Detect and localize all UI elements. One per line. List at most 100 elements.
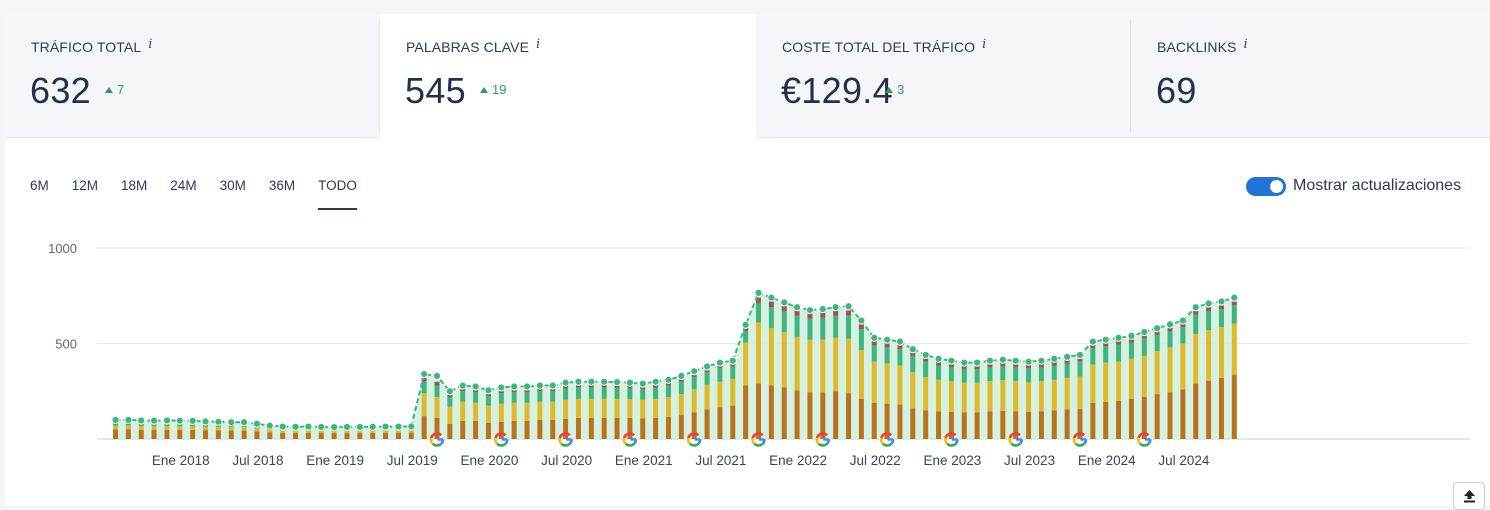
total-point bbox=[998, 355, 1007, 364]
bar-segment bbox=[447, 396, 453, 407]
bar-segment bbox=[781, 332, 787, 388]
bar-segment bbox=[794, 315, 800, 337]
bar-segment bbox=[1154, 351, 1160, 395]
bar-segment bbox=[936, 365, 942, 380]
total-point bbox=[214, 417, 223, 426]
bar-segment bbox=[768, 307, 774, 329]
bar-segment bbox=[910, 355, 916, 373]
bar-segment bbox=[125, 425, 131, 430]
total-point bbox=[883, 335, 892, 344]
bar-segment bbox=[1167, 331, 1173, 348]
bar-segment bbox=[215, 430, 221, 439]
tab-30m[interactable]: 30M bbox=[220, 178, 246, 193]
info-icon[interactable]: i bbox=[536, 37, 540, 52]
bar-segment bbox=[923, 376, 929, 411]
bar-segment bbox=[511, 420, 517, 439]
bar-segment bbox=[820, 392, 826, 439]
bar-segment bbox=[768, 328, 774, 386]
total-point bbox=[908, 345, 917, 354]
tab-36m[interactable]: 36M bbox=[269, 178, 295, 193]
bar-segment bbox=[1026, 382, 1032, 412]
bar-segment bbox=[1154, 334, 1160, 352]
bar-segment bbox=[113, 425, 118, 430]
bar-segment bbox=[1218, 377, 1224, 439]
tab-6m[interactable]: 6M bbox=[30, 178, 49, 193]
bar-segment bbox=[1064, 377, 1070, 410]
bar-segment bbox=[614, 398, 620, 418]
total-point bbox=[432, 371, 442, 381]
total-point bbox=[857, 316, 866, 325]
total-point bbox=[240, 418, 249, 427]
bar-segment bbox=[936, 411, 942, 439]
bar-segment bbox=[858, 329, 864, 351]
metric-delta: 3 bbox=[885, 82, 904, 97]
x-tick-label: Ene 2018 bbox=[152, 453, 210, 468]
up-arrow-icon bbox=[105, 87, 113, 93]
updates-toggle[interactable] bbox=[1246, 177, 1286, 196]
bar-segment bbox=[383, 432, 389, 439]
metric-label: TRÁFICO TOTAL i bbox=[31, 37, 153, 55]
metric-keywords[interactable]: PALABRAS CLAVE i 545 19 bbox=[380, 14, 756, 138]
bar-segment bbox=[756, 383, 761, 439]
bar-segment bbox=[588, 387, 594, 399]
bar-segment bbox=[756, 303, 761, 323]
bar-segment bbox=[1116, 361, 1122, 401]
metric-total-traffic[interactable]: TRÁFICO TOTAL i 632 7 bbox=[5, 14, 380, 138]
info-icon[interactable]: i bbox=[982, 37, 986, 52]
bar-segment bbox=[138, 426, 144, 430]
x-tick-label: Jul 2023 bbox=[1004, 453, 1055, 468]
bar-segment bbox=[1116, 344, 1122, 362]
bar-segment bbox=[460, 391, 466, 402]
bar-segment bbox=[768, 385, 774, 439]
tab-12m[interactable]: 12M bbox=[72, 178, 98, 193]
metric-traffic-cost[interactable]: COSTE TOTAL DEL TRÁFICO i €129.4 3 bbox=[756, 14, 1131, 138]
bar-segment bbox=[653, 417, 659, 439]
bar-segment bbox=[164, 426, 170, 430]
bar-segment bbox=[550, 401, 556, 420]
info-icon[interactable]: i bbox=[1244, 37, 1248, 52]
bar-segment bbox=[408, 430, 414, 433]
x-tick-label: Jul 2024 bbox=[1158, 453, 1210, 468]
bar-segment bbox=[447, 406, 453, 424]
total-point bbox=[870, 333, 879, 342]
bar-segment bbox=[1206, 330, 1212, 381]
bar-segment bbox=[228, 430, 234, 439]
bar-segment bbox=[203, 426, 209, 431]
tab-all[interactable]: TODO bbox=[318, 178, 357, 210]
bar-segment bbox=[421, 393, 427, 417]
bar-segment bbox=[1038, 411, 1044, 439]
tab-24m[interactable]: 24M bbox=[170, 178, 196, 193]
bar-segment bbox=[691, 389, 697, 413]
bar-segment bbox=[357, 433, 363, 439]
bar-segment bbox=[794, 336, 800, 391]
info-icon[interactable]: i bbox=[148, 37, 152, 52]
bar-segment bbox=[1000, 366, 1006, 381]
bar-segment bbox=[961, 412, 967, 439]
bar-segment bbox=[717, 407, 723, 439]
total-point bbox=[420, 369, 429, 379]
bar-segment bbox=[1193, 383, 1199, 439]
bar-segment bbox=[936, 379, 942, 412]
bar-segment bbox=[460, 420, 466, 439]
bar-segment bbox=[833, 337, 839, 392]
total-point bbox=[574, 377, 583, 386]
bar-segment bbox=[1231, 301, 1237, 306]
tab-18m[interactable]: 18M bbox=[121, 178, 147, 193]
total-point bbox=[561, 378, 570, 387]
bar-segment bbox=[1090, 364, 1096, 403]
bar-segment bbox=[138, 429, 144, 439]
bar-segment bbox=[434, 385, 440, 397]
bar-segment bbox=[974, 382, 980, 413]
bar-segment bbox=[820, 317, 826, 340]
bar-segment bbox=[1180, 343, 1186, 390]
bar-segment bbox=[447, 423, 453, 439]
bar-segment bbox=[858, 398, 864, 439]
bar-segment bbox=[691, 376, 697, 390]
x-tick-label: Ene 2023 bbox=[923, 453, 981, 468]
bar-segment bbox=[498, 393, 504, 404]
bar-segment bbox=[1206, 307, 1212, 312]
x-tick-label: Ene 2024 bbox=[1078, 453, 1136, 468]
bar-segment bbox=[460, 401, 466, 421]
metric-backlinks[interactable]: BACKLINKS i 69 bbox=[1131, 14, 1490, 138]
metric-delta: 19 bbox=[480, 82, 506, 97]
